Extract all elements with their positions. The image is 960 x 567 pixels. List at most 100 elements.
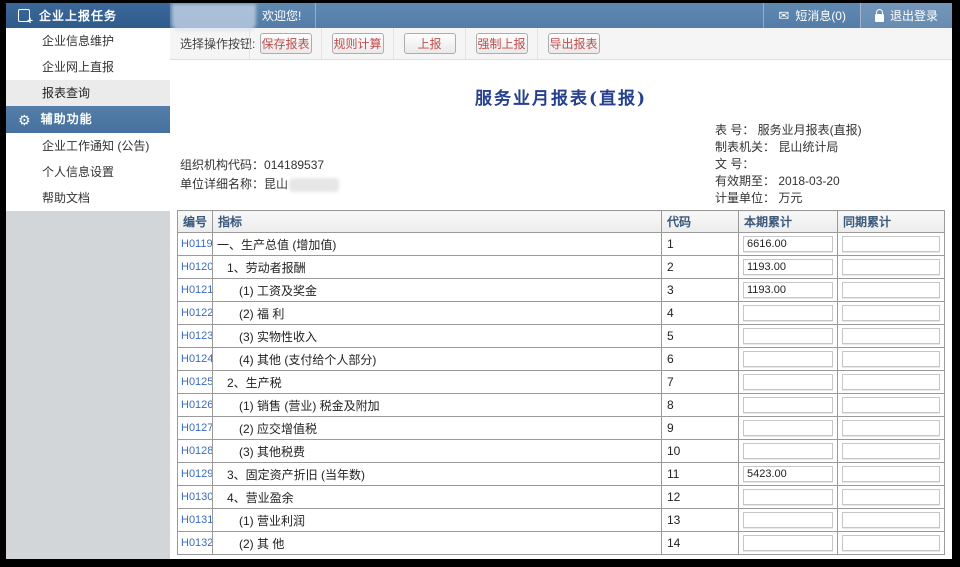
toolbar-label: 选择操作按钮: xyxy=(170,28,249,59)
table-row: H01304、营业盈余12 xyxy=(178,486,945,509)
same-period-input[interactable] xyxy=(842,512,940,528)
row-code-link[interactable]: H0126 xyxy=(178,394,213,417)
row-seq: 3 xyxy=(662,279,739,302)
current-period-input[interactable] xyxy=(743,305,833,321)
row-code-link[interactable]: H0125 xyxy=(178,371,213,394)
row-seq: 8 xyxy=(662,394,739,417)
row-code-link[interactable]: H0127 xyxy=(178,417,213,440)
toolbar-button-强制上报[interactable]: 强制上报 xyxy=(476,33,528,54)
sidebar-item-报表查询[interactable]: 报表查询 xyxy=(6,80,170,106)
same-period-input[interactable] xyxy=(842,466,940,482)
table-row: H01252、生产税7 xyxy=(178,371,945,394)
row-code-link[interactable]: H0129 xyxy=(178,463,213,486)
same-period-input[interactable] xyxy=(842,374,940,390)
org-name-value: 昆山 xyxy=(264,175,288,194)
table-row: H0121(1) 工资及奖金3 xyxy=(178,279,945,302)
row-code-link[interactable]: H0131 xyxy=(178,509,213,532)
action-toolbar: 选择操作按钮: 保存报表规则计算上报强制上报导出报表 xyxy=(170,28,952,60)
logout-button[interactable]: 退出登录 xyxy=(860,3,952,28)
new-report-icon xyxy=(18,9,30,22)
same-period-input[interactable] xyxy=(842,328,940,344)
current-period-input[interactable] xyxy=(743,489,833,505)
row-indicator: (3) 其他税费 xyxy=(213,440,662,463)
row-seq: 5 xyxy=(662,325,739,348)
current-period-input[interactable] xyxy=(743,397,833,413)
same-period-input[interactable] xyxy=(842,420,940,436)
table-row: H0128(3) 其他税费10 xyxy=(178,440,945,463)
row-code-link[interactable]: H0121 xyxy=(178,279,213,302)
same-period-input[interactable] xyxy=(842,259,940,275)
same-period-input[interactable] xyxy=(842,351,940,367)
aux-section-title: 辅助功能 xyxy=(41,106,93,133)
current-period-input[interactable] xyxy=(743,236,833,252)
row-indicator: 一、生产总值 (增加值) xyxy=(213,233,662,256)
meta-label: 文 号： xyxy=(715,157,754,171)
sidebar-section-header-aux[interactable]: ⚙ 辅助功能 xyxy=(6,106,170,133)
toolbar-button-规则计算[interactable]: 规则计算 xyxy=(332,33,384,54)
current-period-input[interactable] xyxy=(743,420,833,436)
sidebar-item-个人信息设置[interactable]: 个人信息设置 xyxy=(6,159,170,185)
meta-row: 文 号： xyxy=(715,156,862,173)
same-period-input[interactable] xyxy=(842,282,940,298)
row-code-link[interactable]: H0122 xyxy=(178,302,213,325)
current-period-input[interactable] xyxy=(743,466,833,482)
sidebar-item-企业网上直报[interactable]: 企业网上直报 xyxy=(6,54,170,80)
row-indicator: (4) 其他 (支付给个人部分) xyxy=(213,348,662,371)
row-code-link[interactable]: H0123 xyxy=(178,325,213,348)
report-meta-left: 组织机构代码： 014189537 单位详细名称： 昆山 xyxy=(180,156,339,194)
column-header-代码: 代码 xyxy=(662,211,739,233)
same-period-input[interactable] xyxy=(842,397,940,413)
current-period-input[interactable] xyxy=(743,443,833,459)
sidebar-section-header-report-tasks[interactable]: 企业上报任务 xyxy=(6,3,170,28)
row-code-link[interactable]: H0120 xyxy=(178,256,213,279)
current-period-input[interactable] xyxy=(743,259,833,275)
sidebar-item-企业信息维护[interactable]: 企业信息维护 xyxy=(6,28,170,54)
row-seq: 9 xyxy=(662,417,739,440)
top-bar: 企业上报任务 欢迎您! ✉ 短消息(0) 退出登录 xyxy=(6,3,952,28)
toolbar-button-上报[interactable]: 上报 xyxy=(404,33,456,54)
same-period-input[interactable] xyxy=(842,305,940,321)
current-period-input[interactable] xyxy=(743,374,833,390)
meta-label: 计量单位： xyxy=(715,191,778,205)
table-row: H0123(3) 实物性收入5 xyxy=(178,325,945,348)
row-seq: 6 xyxy=(662,348,739,371)
table-row: H0132(2) 其 他14 xyxy=(178,532,945,555)
row-indicator: (1) 销售 (营业) 税金及附加 xyxy=(213,394,662,417)
row-code-link[interactable]: H0119 xyxy=(178,233,213,256)
toolbar-button-导出报表[interactable]: 导出报表 xyxy=(548,33,600,54)
same-period-input[interactable] xyxy=(842,443,940,459)
meta-value: 2018-03-20 xyxy=(778,174,839,188)
meta-row: 计量单位： 万元 xyxy=(715,190,862,207)
row-seq: 10 xyxy=(662,440,739,463)
current-period-input[interactable] xyxy=(743,512,833,528)
sidebar-item-帮助文档[interactable]: 帮助文档 xyxy=(6,185,170,211)
same-period-input[interactable] xyxy=(842,236,940,252)
welcome-area: 欢迎您! xyxy=(170,3,315,28)
redacted-company-name xyxy=(172,4,256,31)
current-period-input[interactable] xyxy=(743,535,833,551)
row-code-link[interactable]: H0130 xyxy=(178,486,213,509)
row-code-link[interactable]: H0128 xyxy=(178,440,213,463)
row-indicator: 4、营业盈余 xyxy=(213,486,662,509)
same-period-input[interactable] xyxy=(842,489,940,505)
org-name-label: 单位详细名称： xyxy=(180,175,264,194)
toolbar-button-保存报表[interactable]: 保存报表 xyxy=(260,33,312,54)
column-header-指标: 指标 xyxy=(213,211,662,233)
current-period-input[interactable] xyxy=(743,282,833,298)
meta-row: 制表机关： 昆山统计局 xyxy=(715,139,862,156)
report-title: 服务业月报表(直报) xyxy=(170,84,952,109)
logout-label: 退出登录 xyxy=(890,7,938,24)
report-table: 编号指标代码本期累计同期累计 H0119一、生产总值 (增加值)1H01201、… xyxy=(177,210,945,555)
sidebar-secondary-menu: 企业工作通知 (公告)个人信息设置帮助文档 xyxy=(6,133,170,211)
row-code-link[interactable]: H0124 xyxy=(178,348,213,371)
table-row: H0119一、生产总值 (增加值)1 xyxy=(178,233,945,256)
current-period-input[interactable] xyxy=(743,328,833,344)
current-period-input[interactable] xyxy=(743,351,833,367)
row-code-link[interactable]: H0132 xyxy=(178,532,213,555)
gear-icon: ⚙ xyxy=(18,113,32,127)
sidebar-item-企业工作通知 (公告)[interactable]: 企业工作通知 (公告) xyxy=(6,133,170,159)
same-period-input[interactable] xyxy=(842,535,940,551)
table-row: H0126(1) 销售 (营业) 税金及附加8 xyxy=(178,394,945,417)
table-row: H0127(2) 应交增值税9 xyxy=(178,417,945,440)
messages-button[interactable]: ✉ 短消息(0) xyxy=(763,3,860,28)
